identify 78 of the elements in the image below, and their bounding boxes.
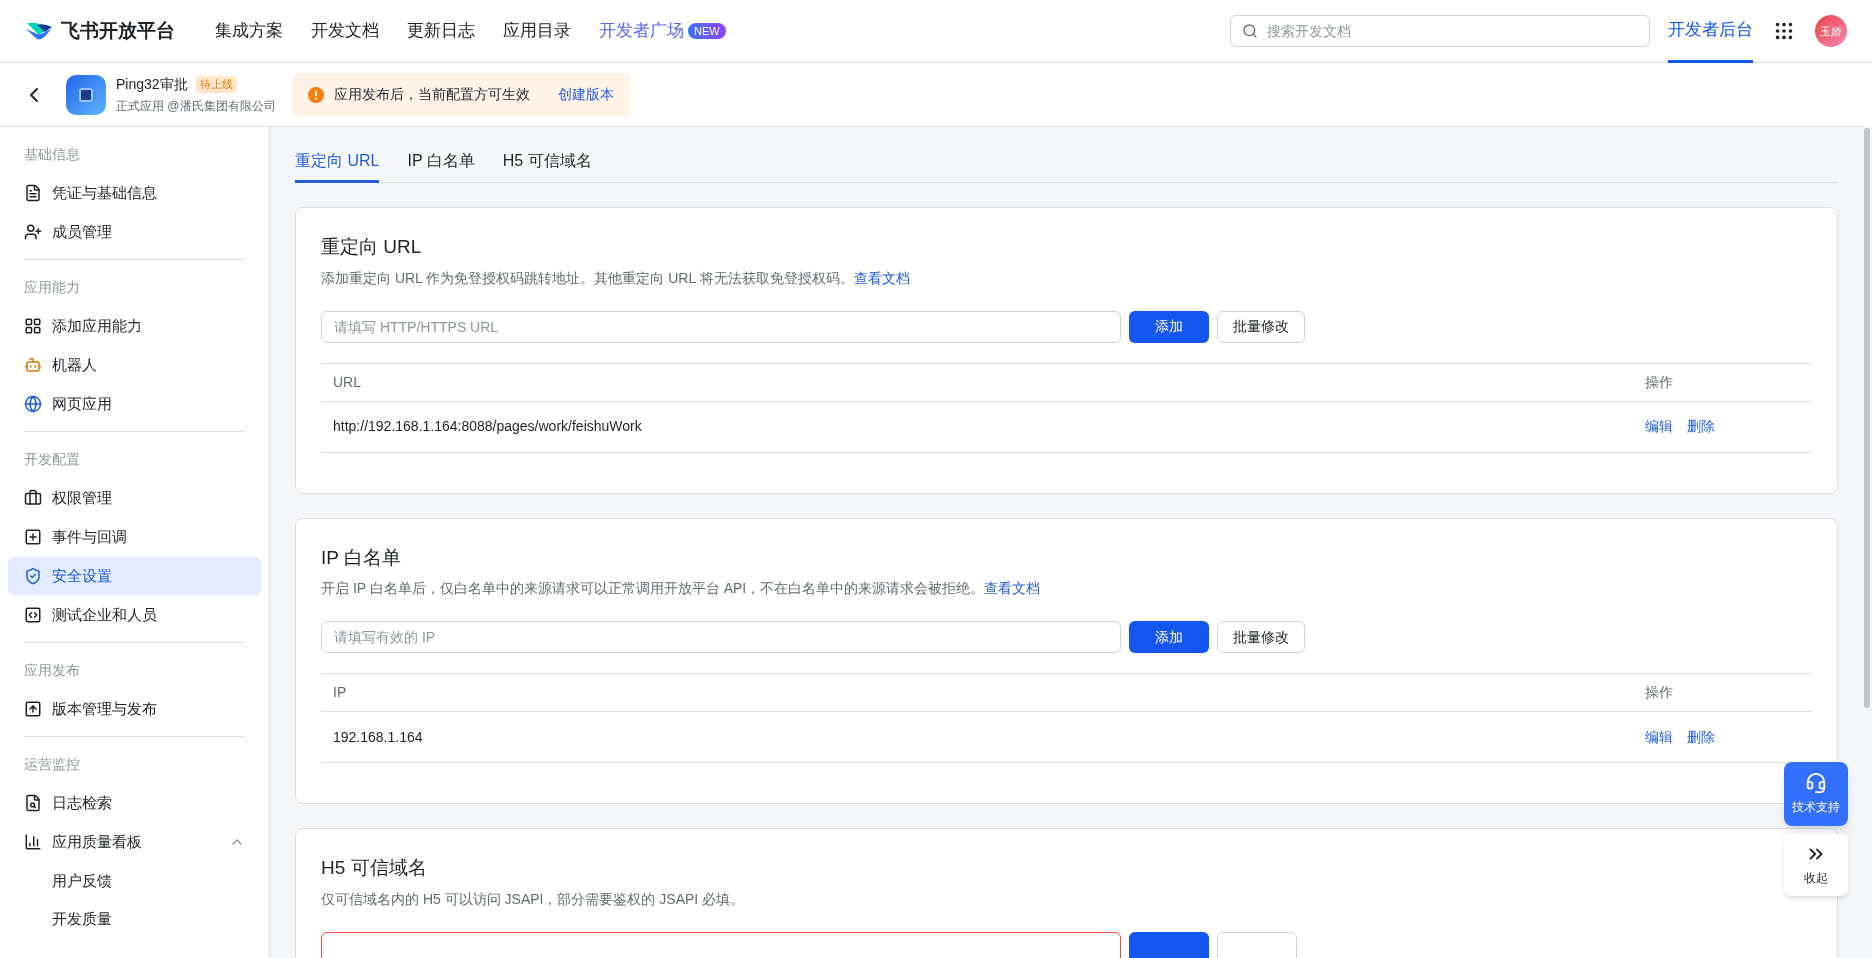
robot-icon — [24, 356, 42, 374]
nav-link[interactable]: 开发者广场 — [599, 18, 684, 44]
row-action-link[interactable]: 删除 — [1687, 416, 1715, 437]
add-button[interactable] — [1129, 931, 1209, 958]
app-icon — [66, 74, 106, 115]
nav-link[interactable]: 集成方案 — [215, 18, 283, 44]
create-version-link[interactable]: 创建版本 — [557, 84, 614, 105]
sidebar-item[interactable]: 版本管理与发布 — [8, 690, 261, 728]
nav-link[interactable]: 开发文档 — [311, 18, 379, 44]
batch-edit-button[interactable]: 批量修改 — [1217, 621, 1305, 653]
doc-link[interactable]: 查看文档 — [853, 269, 910, 286]
new-badge: NEW — [688, 23, 726, 39]
tab[interactable]: 重定向 URL — [295, 141, 380, 183]
sidebar-item[interactable]: 网页应用 — [8, 385, 261, 423]
add-button[interactable]: 添加 — [1129, 310, 1209, 343]
card-title: IP 白名单 — [321, 545, 401, 570]
nav-link[interactable]: 应用目录 — [503, 18, 571, 44]
column-header: 操作 — [1645, 372, 1674, 392]
headset-icon — [1805, 772, 1827, 794]
file-search-icon — [24, 794, 42, 812]
sidebar-item[interactable]: 凭证与基础信息 — [8, 174, 261, 212]
app-subtitle: 正式应用 @潘氏集团有限公司 — [116, 98, 276, 115]
support-button[interactable]: 技术支持 — [1784, 762, 1848, 826]
document-icon — [24, 184, 42, 202]
section-title: 基础信息 — [23, 144, 81, 164]
sidebar-item[interactable]: 权限管理 — [8, 479, 261, 517]
sidebar-item[interactable]: 事件与回调 — [8, 518, 261, 556]
sidebar-item[interactable]: 机器人 — [8, 346, 261, 384]
card-title: 重定向 URL — [321, 235, 422, 259]
tab[interactable]: H5 可信域名 — [502, 141, 592, 183]
row-action-link[interactable]: 编辑 — [1645, 726, 1673, 748]
section-title: 应用发布 — [23, 660, 81, 680]
sidebar-item[interactable]: 成员管理 — [8, 213, 261, 251]
briefcase-icon — [24, 489, 42, 507]
sidebar-item[interactable]: 添加应用能力 — [8, 307, 261, 345]
apps-grid-icon[interactable] — [1773, 20, 1795, 42]
sidebar-item[interactable]: 应用质量看板 — [8, 823, 261, 861]
batch-edit-button[interactable]: 批量修改 — [1217, 310, 1305, 343]
sidebar-item[interactable]: 日志检索 — [8, 784, 261, 822]
grid-icon — [24, 317, 42, 335]
notice-text: 应用发布后，当前配置方可生效 — [333, 85, 530, 104]
collapse-button[interactable]: 收起 — [1784, 834, 1848, 896]
input-field[interactable] — [321, 931, 1121, 958]
section-title: 开发配置 — [23, 449, 81, 469]
shield-icon — [24, 567, 42, 585]
column-header: URL — [333, 372, 362, 392]
bar-chart-icon — [24, 833, 42, 851]
upload-icon — [24, 700, 42, 718]
card-description: 仅可信域名内的 H5 可以访问 JSAPI，部分需要鉴权的 JSAPI 必填。 — [321, 889, 746, 909]
brand-name[interactable]: 飞书开放平台 — [61, 16, 175, 46]
section-title: 运营监控 — [23, 754, 81, 774]
search-field[interactable]: 搜索开发文档 — [1230, 15, 1650, 47]
sidebar-subitem[interactable]: 开发质量 — [8, 900, 261, 938]
app-name: Ping32审批 — [116, 75, 188, 94]
row-action-link[interactable]: 删除 — [1687, 726, 1715, 748]
sidebar-subitem[interactable]: 用户反馈 — [8, 862, 261, 900]
section-title: 应用能力 — [23, 277, 81, 297]
card-title: H5 可信域名 — [321, 856, 427, 880]
warning-icon — [307, 86, 324, 103]
doc-link[interactable]: 查看文档 — [984, 580, 1041, 596]
status-badge: 待上线 — [195, 76, 237, 93]
search-icon — [1242, 23, 1258, 39]
globe-icon — [24, 395, 42, 413]
table-cell-text: http://192.168.1.164:8088/pages/work/feishuWork — [333, 417, 643, 436]
column-header: IP — [333, 683, 348, 702]
sidebar-item[interactable]: 测试企业和人员 — [8, 596, 261, 634]
code-icon — [24, 606, 42, 624]
column-header: 操作 — [1645, 683, 1674, 702]
user-plus-icon — [24, 223, 42, 241]
sidebar-item[interactable]: 安全设置 — [8, 557, 261, 595]
card-description: 开启 IP 白名单后，仅白名单中的来源请求可以正常调用开放平台 API，不在白名单中的来源请求会被拒绝。查看文档 — [321, 579, 1042, 598]
nav-link[interactable]: 更新日志 — [407, 18, 475, 44]
table-cell-text: 192.168.1.164 — [333, 727, 424, 747]
row-action-link[interactable]: 编辑 — [1645, 416, 1673, 437]
tab[interactable]: IP 白名单 — [407, 141, 475, 183]
add-button[interactable]: 添加 — [1129, 621, 1209, 653]
card-description: 添加重定向 URL 作为免登授权码跳转地址。其他重定向 URL 将无法获取免登授权码。查看文档 — [321, 268, 911, 288]
plus-square-icon — [24, 528, 42, 546]
